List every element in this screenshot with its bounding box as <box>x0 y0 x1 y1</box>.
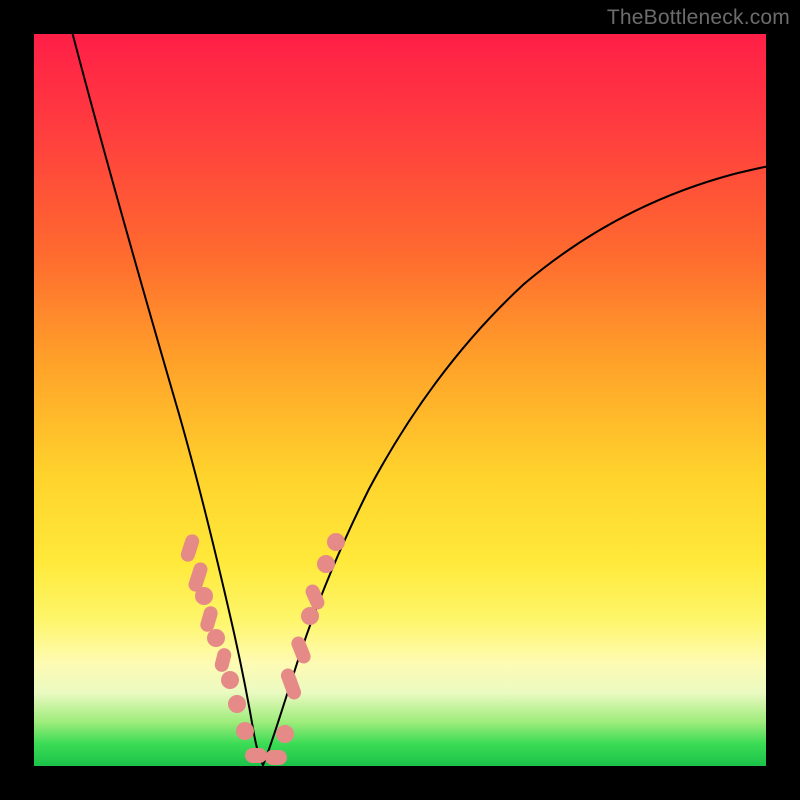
marker <box>276 725 294 743</box>
chart-frame: TheBottleneck.com <box>0 0 800 800</box>
marker <box>303 582 326 611</box>
marker <box>317 555 335 573</box>
marker <box>228 695 246 713</box>
marker <box>289 634 312 665</box>
watermark-text: TheBottleneck.com <box>607 6 790 30</box>
marker <box>279 667 303 702</box>
curve-right <box>263 164 766 765</box>
marker <box>179 533 201 564</box>
plot-area <box>34 34 766 766</box>
marker <box>327 533 345 551</box>
marker <box>195 587 213 605</box>
marker <box>207 629 225 647</box>
marker <box>236 722 254 740</box>
marker <box>213 647 232 674</box>
curve-left <box>70 34 263 765</box>
curves-svg <box>34 34 766 766</box>
marker <box>221 671 239 689</box>
marker <box>265 750 287 765</box>
marker <box>245 748 267 763</box>
marker <box>301 607 319 625</box>
